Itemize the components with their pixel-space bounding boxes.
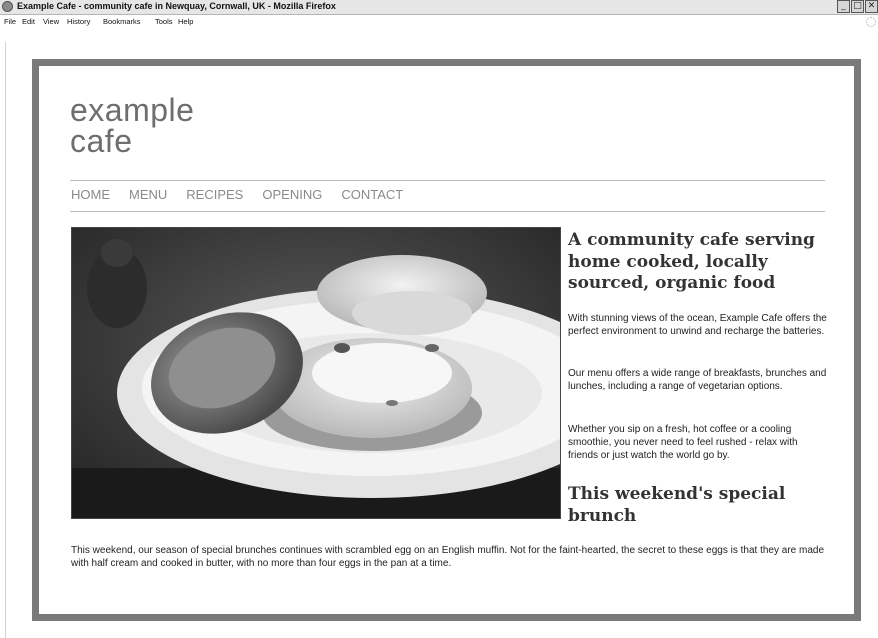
close-button[interactable]: ✕	[865, 0, 878, 13]
menu-help[interactable]: Help	[178, 17, 193, 26]
nav-divider-bottom	[70, 211, 825, 212]
minimize-button[interactable]: _	[837, 0, 850, 13]
logo-line-1: example	[70, 92, 195, 128]
brunch-photo	[71, 227, 561, 519]
menu-tools[interactable]: Tools	[155, 17, 173, 26]
menu-view[interactable]: View	[43, 17, 59, 26]
site-logo[interactable]: example cafe	[70, 92, 195, 159]
intro-paragraph-2: Our menu offers a wide range of breakfas…	[568, 368, 827, 392]
window-title: Example Cafe - community cafe in Newquay…	[17, 1, 336, 11]
special-text: This weekend, our season of special brun…	[71, 545, 825, 569]
menu-bookmarks[interactable]: Bookmarks	[103, 17, 141, 26]
throbber-icon	[866, 17, 876, 27]
page-heading: A community cafe serving home cooked, lo…	[568, 230, 815, 293]
nav-home[interactable]: HOME	[71, 187, 110, 202]
content-edge	[5, 42, 6, 638]
menu-history[interactable]: History	[67, 17, 90, 26]
firefox-icon	[2, 1, 13, 12]
nav-recipes[interactable]: RECIPES	[186, 187, 243, 202]
window-controls: _ □ ✕	[837, 0, 878, 14]
brunch-photo-image	[72, 228, 560, 518]
window-titlebar: Example Cafe - community cafe in Newquay…	[0, 0, 878, 15]
intro-paragraph-3: Whether you sip on a fresh, hot coffee o…	[568, 424, 798, 461]
intro-paragraph-1: With stunning views of the ocean, Exampl…	[568, 313, 827, 337]
menu-edit[interactable]: Edit	[22, 17, 35, 26]
nav-menu[interactable]: MENU	[129, 187, 167, 202]
main-nav: HOME MENU RECIPES OPENING CONTACT	[71, 187, 422, 202]
maximize-button[interactable]: □	[851, 0, 864, 13]
nav-divider-top	[70, 180, 825, 181]
special-heading: This weekend's special brunch	[568, 484, 786, 526]
nav-contact[interactable]: CONTACT	[341, 187, 403, 202]
menu-bar: File Edit View History Bookmarks Tools H…	[0, 15, 878, 42]
menu-file[interactable]: File	[4, 17, 16, 26]
nav-opening[interactable]: OPENING	[262, 187, 322, 202]
logo-line-2: cafe	[70, 123, 133, 159]
